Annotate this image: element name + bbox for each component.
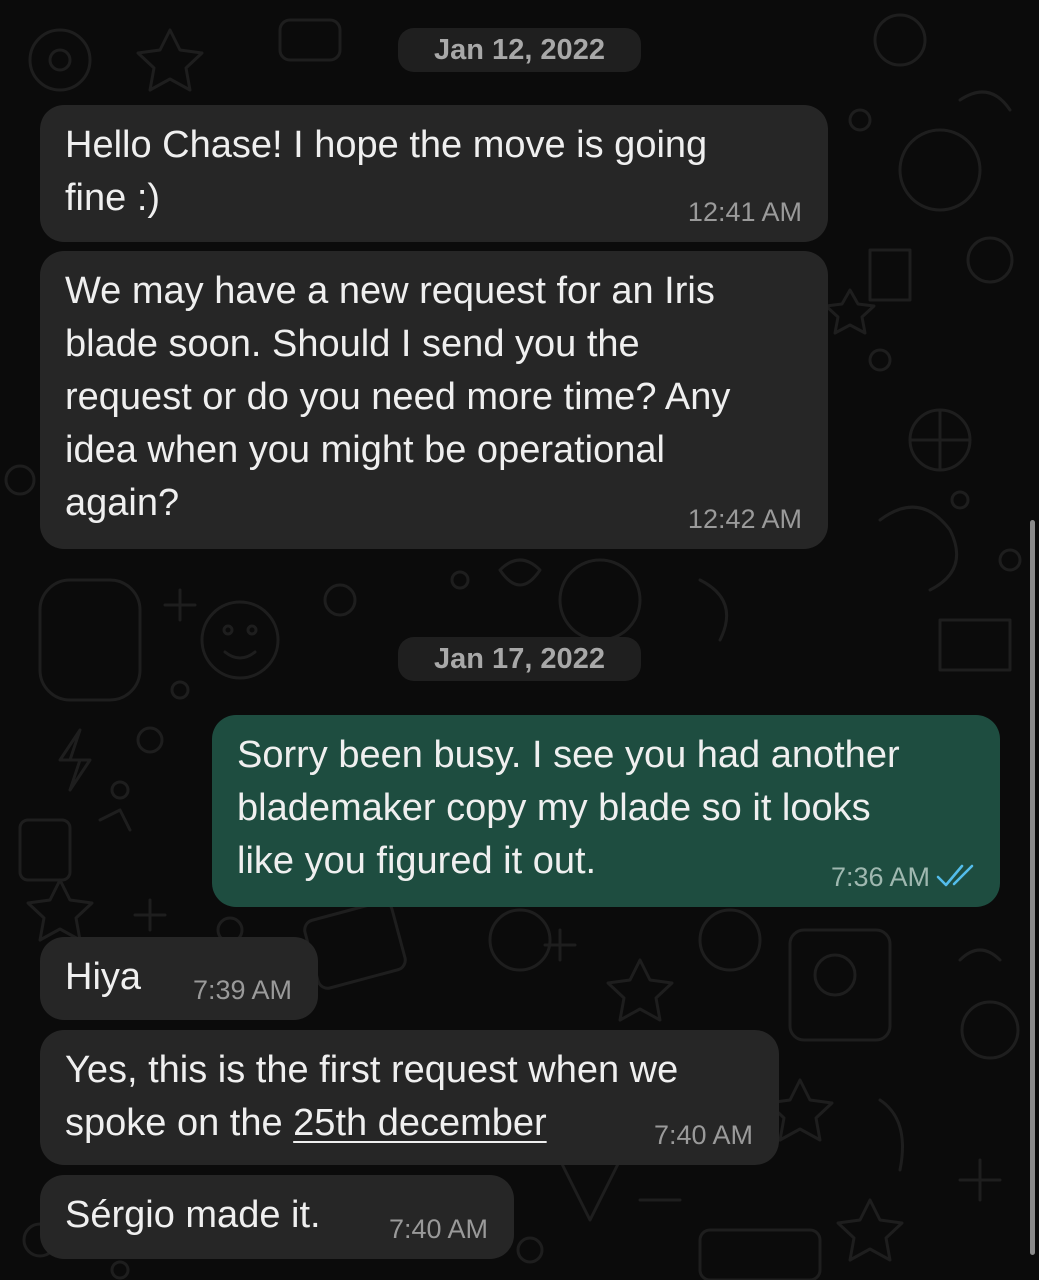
scrollbar[interactable] xyxy=(1030,520,1035,1255)
message-text: Hello Chase! I hope the move is going fi… xyxy=(65,124,708,219)
message-text: Sorry been busy. I see you had another b… xyxy=(237,734,900,882)
message-time: 12:41 AM xyxy=(687,197,802,227)
date-separator: Jan 17, 2022 xyxy=(398,637,641,681)
message-text: Yes, this is the first request when we s… xyxy=(65,1049,679,1144)
message-time: 7:36 AM xyxy=(830,862,930,892)
date-link[interactable]: 25th december xyxy=(293,1102,547,1144)
double-check-icon xyxy=(936,864,974,887)
message-bubble-incoming[interactable]: Yes, this is the first request when we s… xyxy=(40,1030,779,1165)
message-time: 12:42 AM xyxy=(687,504,802,534)
message-time: 7:40 AM xyxy=(653,1120,753,1150)
message-time: 7:39 AM xyxy=(192,975,292,1005)
message-bubble-outgoing[interactable]: Sorry been busy. I see you had another b… xyxy=(212,715,1000,907)
message-text: Hiya xyxy=(65,956,142,998)
message-bubble-incoming[interactable]: Hello Chase! I hope the move is going fi… xyxy=(40,105,828,242)
message-bubble-incoming[interactable]: We may have a new request for an Iris bl… xyxy=(40,251,828,549)
message-text: Sérgio made it. xyxy=(65,1194,321,1236)
message-text: We may have a new request for an Iris bl… xyxy=(65,270,731,524)
chat-thread[interactable]: Jan 12, 2022 Hello Chase! I hope the mov… xyxy=(0,0,1039,1280)
message-bubble-incoming[interactable]: Sérgio made it. 7:40 AM xyxy=(40,1175,514,1259)
message-text-prefix: spoke on the xyxy=(65,1102,294,1144)
message-time: 7:40 AM xyxy=(388,1214,488,1244)
date-separator: Jan 12, 2022 xyxy=(398,28,641,72)
message-bubble-incoming[interactable]: Hiya 7:39 AM xyxy=(40,937,318,1020)
